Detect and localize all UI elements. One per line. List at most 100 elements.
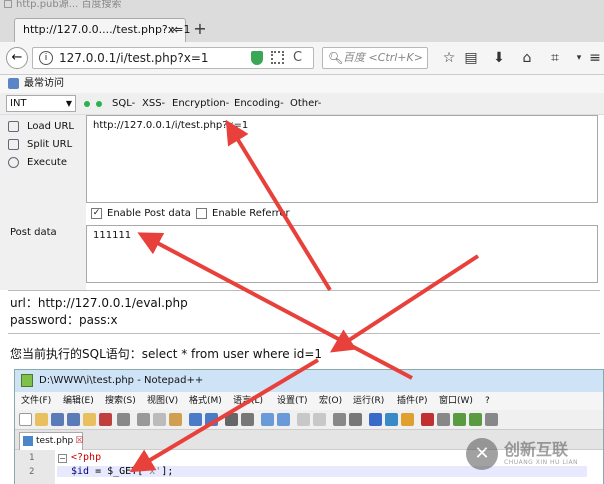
npp-menu-language[interactable]: 语言(L) (233, 392, 263, 410)
menu-sql[interactable]: SQL- (112, 93, 135, 115)
file-icon (23, 436, 33, 446)
open-file-icon[interactable] (35, 413, 48, 426)
crop-icon[interactable]: ⌗ (546, 49, 564, 67)
npp-menu-format[interactable]: 格式(M) (189, 392, 222, 410)
npp-menu-macro[interactable]: 宏(O) (319, 392, 342, 410)
reload-button[interactable]: C (293, 48, 302, 68)
npp-menu-help[interactable]: ? (485, 392, 490, 410)
cut-icon[interactable] (137, 413, 150, 426)
home-icon[interactable]: ⌂ (518, 49, 536, 67)
redo-icon[interactable] (205, 413, 218, 426)
search-placeholder[interactable]: 百度 <Ctrl+K> (343, 48, 423, 68)
npp-menu-run[interactable]: 运行(R) (353, 392, 384, 410)
url-textarea[interactable]: http://127.0.0.1/i/test.php?x=1 (86, 115, 598, 203)
tab-test-php[interactable]: test.php ☒ (19, 432, 83, 450)
menu-encoding[interactable]: Encoding- (234, 93, 284, 115)
active-tab[interactable]: http://127.0.0..../test.php?x=1 × (14, 18, 191, 42)
npp-menu-view[interactable]: 视图(V) (147, 392, 178, 410)
code-operator: = $_GET[ (89, 466, 144, 477)
load-url-button[interactable]: Load URL (8, 118, 74, 136)
close-file-icon[interactable] (83, 413, 96, 426)
new-tab-button[interactable]: + (192, 20, 208, 38)
save-macro-icon[interactable] (485, 413, 498, 426)
load-url-label: Load URL (27, 121, 75, 132)
enable-post-label[interactable]: Enable Post data (107, 207, 191, 221)
close-icon[interactable]: ☒ (75, 436, 83, 446)
page-url-line: url：http://127.0.0.1/eval.php (10, 296, 188, 310)
split-url-button[interactable]: Split URL (8, 136, 72, 154)
menu-encryption[interactable]: Encryption- (172, 93, 229, 115)
npp-menu-settings[interactable]: 设置(T) (277, 392, 308, 410)
npp-menu-plugins[interactable]: 插件(P) (397, 392, 427, 410)
post-data-label: Post data (10, 227, 57, 238)
menu-other[interactable]: Other- (290, 93, 321, 115)
hackbar-menu: INT ▼ SQL- XSS- Encryption- Encoding- Ot… (0, 93, 604, 115)
indent-guide-icon[interactable] (369, 413, 382, 426)
download-icon[interactable]: ⬇ (490, 49, 508, 67)
chevron-down-icon: ▼ (65, 99, 72, 108)
info-icon[interactable]: i (39, 51, 53, 65)
npp-menu-search[interactable]: 搜索(S) (105, 392, 136, 410)
qr-code-icon[interactable] (271, 51, 284, 64)
npp-menu-file[interactable]: 文件(F) (21, 392, 51, 410)
green-dot-icon[interactable] (96, 101, 102, 107)
hackbar-side-panel: Load URL Split URL Execute (0, 115, 86, 290)
bookmark-most-visited[interactable]: 最常访问 (24, 75, 64, 93)
address-text[interactable]: 127.0.0.1/i/test.php?x=1 (59, 48, 209, 68)
divider (8, 290, 600, 291)
divider (8, 333, 600, 334)
close-all-icon[interactable] (99, 413, 112, 426)
enable-post-checkbox[interactable]: ✓ (91, 208, 102, 219)
save-all-icon[interactable] (67, 413, 80, 426)
new-file-icon[interactable] (19, 413, 32, 426)
npp-menu-window[interactable]: 窗口(W) (439, 392, 473, 410)
execute-button[interactable]: Execute (8, 154, 67, 172)
code-line[interactable]: <?php (71, 452, 101, 463)
save-icon[interactable] (51, 413, 64, 426)
stop-macro-icon[interactable] (437, 413, 450, 426)
undo-icon[interactable] (189, 413, 202, 426)
page-password-line: password：pass:x (10, 313, 118, 327)
print-icon[interactable] (117, 413, 130, 426)
function-list-icon[interactable] (401, 413, 414, 426)
notepad-toolbar (15, 410, 603, 430)
copy-icon[interactable] (153, 413, 166, 426)
shield-icon[interactable] (251, 51, 263, 65)
back-button[interactable]: ← (6, 47, 28, 69)
show-all-icon[interactable] (349, 413, 362, 426)
menu-icon[interactable]: ≡ (586, 49, 604, 67)
doc-map-icon[interactable] (385, 413, 398, 426)
type-select[interactable]: INT ▼ (6, 95, 76, 112)
zoom-in-icon[interactable] (261, 413, 274, 426)
sync-v-icon[interactable] (297, 413, 310, 426)
sync-h-icon[interactable] (313, 413, 326, 426)
background-tab[interactable]: http.pub源... 百度搜索 (4, 0, 154, 12)
run-macro-icon[interactable] (469, 413, 482, 426)
play-macro-icon[interactable] (453, 413, 466, 426)
logo-icon: ✕ (466, 438, 498, 470)
star-icon[interactable]: ☆ (440, 49, 458, 67)
enable-referrer-checkbox[interactable] (196, 208, 207, 219)
scissors-icon (8, 138, 19, 150)
npp-menu-edit[interactable]: 编辑(E) (63, 392, 94, 410)
page-icon (4, 0, 12, 8)
sql-statement-line: 您当前执行的SQL语句：select * from user where id=… (10, 347, 323, 361)
menu-xss[interactable]: XSS- (142, 93, 165, 115)
enable-referrer-label[interactable]: Enable Referrer (212, 207, 290, 221)
zoom-out-icon[interactable] (277, 413, 290, 426)
green-dot-icon[interactable] (84, 101, 90, 107)
wrap-icon[interactable] (333, 413, 346, 426)
address-bar[interactable]: i 127.0.0.1/i/test.php?x=1 C (32, 47, 314, 69)
reading-list-icon[interactable]: ▤ (462, 49, 480, 67)
search-bar[interactable]: 🔍︎ 百度 <Ctrl+K> (322, 47, 428, 69)
record-macro-icon[interactable] (421, 413, 434, 426)
watermark-logo: ✕ 创新互联 CHUANG XIN HU LIAN (466, 436, 604, 476)
paste-icon[interactable] (169, 413, 182, 426)
find-icon[interactable] (225, 413, 238, 426)
replace-icon[interactable] (241, 413, 254, 426)
post-data-textarea[interactable]: 111111 (86, 225, 598, 283)
fold-minus-icon[interactable]: − (58, 454, 67, 463)
notepad-app-icon (21, 374, 33, 387)
close-icon[interactable]: × (170, 19, 179, 41)
execute-label: Execute (27, 157, 67, 168)
